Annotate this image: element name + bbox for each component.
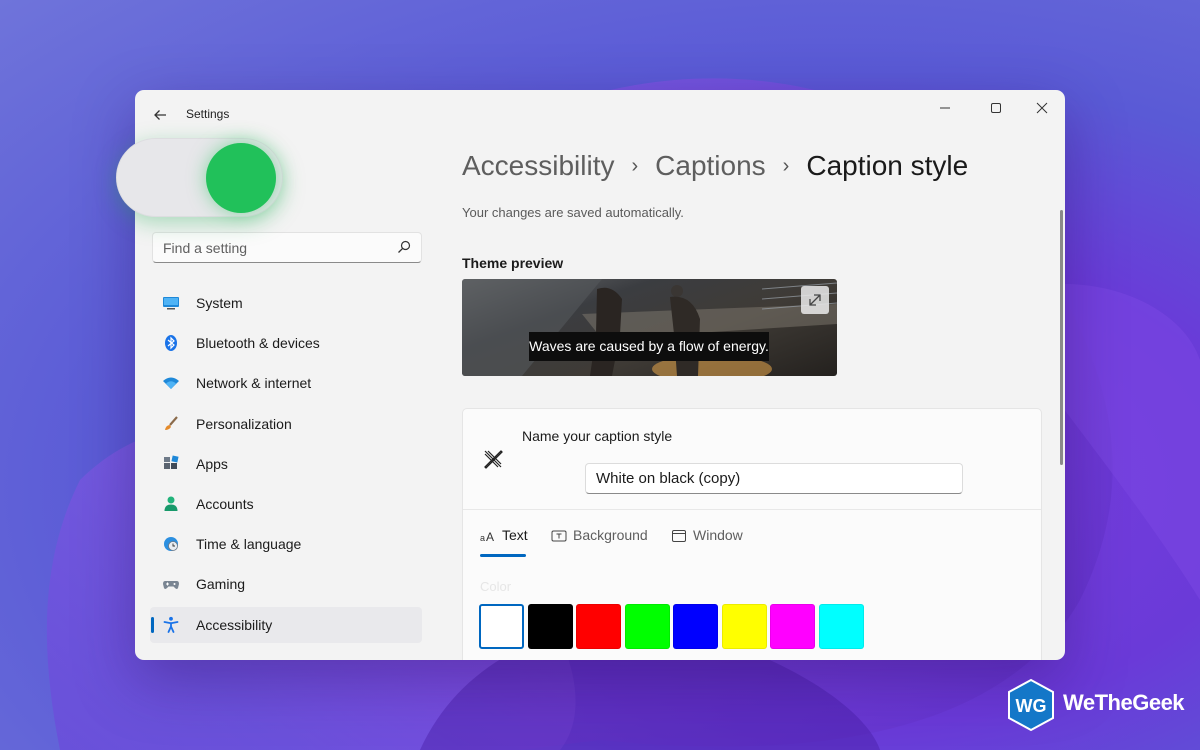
window-icon <box>671 528 687 544</box>
sidebar-item-system[interactable]: System <box>150 285 422 321</box>
tab-label: Text <box>502 527 528 543</box>
wifi-icon <box>163 377 179 390</box>
color-swatch-row <box>479 604 867 649</box>
minimize-button[interactable] <box>922 96 968 124</box>
color-swatch[interactable] <box>624 604 670 649</box>
name-caption-style-label: Name your caption style <box>522 428 673 444</box>
arrow-left-icon <box>154 110 166 120</box>
sidebar-item-time-language[interactable]: Time & language <box>150 526 422 562</box>
sidebar-item-label: Bluetooth & devices <box>196 335 320 352</box>
sidebar-item-bluetooth[interactable]: Bluetooth & devices <box>150 325 422 361</box>
color-swatch[interactable] <box>479 604 524 649</box>
theme-preview-image: Waves are caused by a flow of energy. <box>462 279 837 376</box>
wethegeek-logo: WG WeTheGeek <box>1003 677 1193 733</box>
text-box-glyph <box>551 530 567 542</box>
page-title: Caption style <box>806 150 969 181</box>
close-icon <box>1036 102 1048 114</box>
tab-background[interactable]: Background <box>551 525 661 551</box>
color-section-label: Color <box>480 579 512 594</box>
tab-label: Window <box>693 527 743 543</box>
sidebar-item-label: Apps <box>196 455 228 472</box>
sidebar-item-gaming[interactable]: Gaming <box>150 566 422 602</box>
breadcrumb: Accessibility › Captions › Caption style <box>462 146 968 186</box>
sidebar-item-accessibility[interactable]: Accessibility <box>150 606 422 643</box>
app-title: Settings <box>186 107 230 121</box>
wethegeek-mark: WG <box>1008 678 1054 732</box>
pen-ruler-icon <box>484 450 503 469</box>
sidebar-item-label: Gaming <box>196 576 246 593</box>
search-box[interactable] <box>152 232 422 263</box>
close-button[interactable] <box>1019 96 1065 124</box>
title-bar: Settings <box>135 90 1065 138</box>
caption-style-name-field[interactable] <box>585 463 963 494</box>
tab-window[interactable]: Window <box>671 525 761 551</box>
person-icon <box>164 496 178 511</box>
text-size-icon: aA <box>480 528 496 544</box>
caption-style-card: Name your caption style aA Text Backgrou… <box>462 408 1042 660</box>
caption-style-name-input[interactable] <box>586 464 962 493</box>
toggle-switch[interactable] <box>116 138 283 217</box>
sidebar-item-personalization[interactable]: Personalization <box>150 406 422 442</box>
back-button[interactable] <box>149 104 171 126</box>
sidebar-item-label: Accessibility <box>196 616 273 633</box>
bluetooth-icon <box>165 335 177 352</box>
color-swatch[interactable] <box>527 604 573 649</box>
color-swatch[interactable] <box>818 604 864 649</box>
maximize-button[interactable] <box>973 96 1019 124</box>
color-swatch[interactable] <box>673 604 718 649</box>
caption-sample-text: Waves are caused by a flow of energy. <box>529 332 769 361</box>
sidebar-item-label: Time & language <box>196 536 302 553</box>
apps-icon <box>164 455 179 469</box>
sidebar-item-label: System <box>196 295 243 311</box>
chevron-right-icon: › <box>782 154 790 177</box>
svg-text:A: A <box>486 530 494 544</box>
logo-mark-text: WG <box>1016 696 1047 716</box>
scrollbar[interactable] <box>1060 210 1063 465</box>
monitor-icon <box>163 297 179 310</box>
expand-preview-button[interactable] <box>801 286 829 314</box>
sidebar-item-network[interactable]: Network & internet <box>150 365 422 401</box>
sidebar-item-apps[interactable]: Apps <box>150 446 422 482</box>
divider <box>463 509 1041 510</box>
breadcrumb-accessibility[interactable]: Accessibility <box>462 150 614 182</box>
search-input[interactable] <box>153 233 388 262</box>
breadcrumb-captions[interactable]: Captions <box>655 150 766 182</box>
maximize-icon <box>991 103 1001 113</box>
autosave-note: Your changes are saved automatically. <box>462 205 684 220</box>
minimize-icon <box>940 107 950 109</box>
expand-icon <box>809 294 821 306</box>
search-icon[interactable] <box>396 239 412 255</box>
sidebar-item-label: Personalization <box>196 415 292 432</box>
accessibility-icon <box>163 616 179 633</box>
window-glyph <box>672 530 686 542</box>
preview-scene <box>462 279 837 376</box>
svg-text:a: a <box>480 533 485 543</box>
active-tab-indicator <box>480 554 526 557</box>
theme-preview-title: Theme preview <box>462 255 564 271</box>
sidebar-item-label: Network & internet <box>196 375 312 392</box>
toggle-knob <box>206 143 276 213</box>
logo-text: WeTheGeek <box>1063 690 1185 715</box>
selected-indicator <box>151 616 154 633</box>
color-swatch[interactable] <box>576 604 621 649</box>
globe-clock-icon <box>164 537 178 552</box>
chevron-right-icon: › <box>631 154 639 177</box>
color-swatch[interactable] <box>721 604 767 649</box>
gamepad-icon <box>163 581 179 590</box>
tab-label: Background <box>573 527 648 543</box>
brush-icon <box>165 415 178 430</box>
sidebar-item-accounts[interactable]: Accounts <box>150 486 422 522</box>
sidebar-nav: System Bluetooth & devices Network & int… <box>150 285 422 647</box>
color-swatch[interactable] <box>770 604 815 649</box>
tab-text[interactable]: aA Text <box>480 525 540 557</box>
text-size-glyph: aA <box>480 530 494 544</box>
text-box-icon <box>551 528 567 544</box>
sidebar-item-label: Accounts <box>196 495 254 512</box>
